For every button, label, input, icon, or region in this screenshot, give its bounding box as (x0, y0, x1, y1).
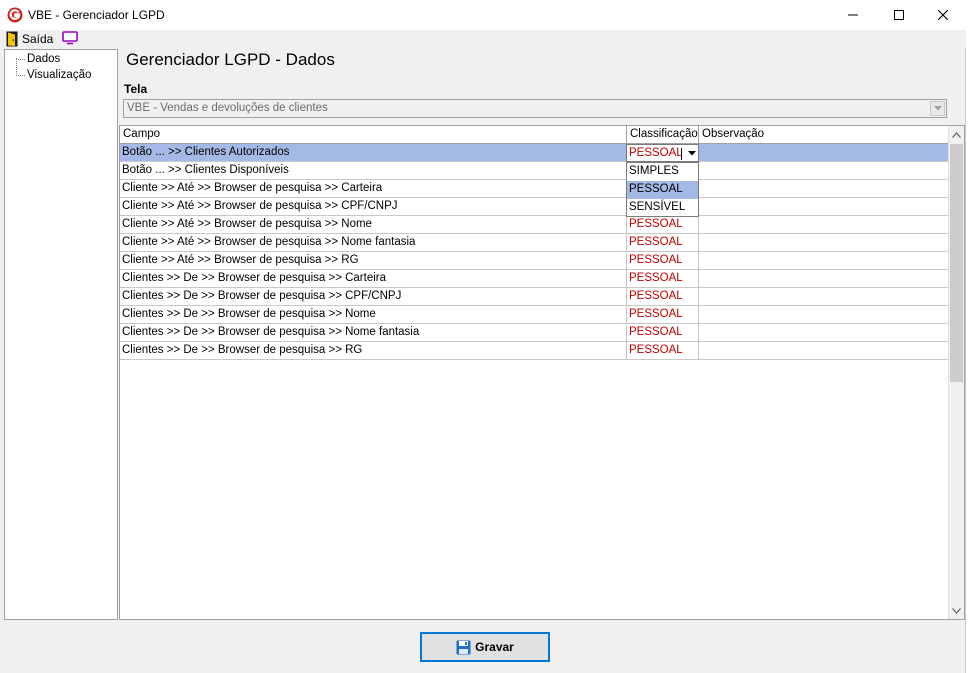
cell-campo[interactable]: Clientes >> De >> Browser de pesquisa >>… (120, 306, 627, 323)
tree-connector (16, 75, 25, 76)
scroll-up-button[interactable] (949, 126, 964, 143)
chevron-down-icon (933, 106, 942, 111)
cell-campo[interactable]: Cliente >> Até >> Browser de pesquisa >>… (120, 216, 627, 233)
tree-connector (16, 58, 17, 76)
classification-dropdown-button[interactable] (685, 146, 698, 160)
cell-observacao[interactable] (699, 198, 948, 215)
tela-select[interactable]: VBE - Vendas e devoluções de clientes (123, 99, 947, 118)
classification-dropdown-list: SIMPLES PESSOAL SENSÍVEL (626, 162, 699, 217)
table-row[interactable]: Clientes >> De >> Browser de pesquisa >>… (120, 270, 948, 288)
table-row[interactable]: Clientes >> De >> Browser de pesquisa >>… (120, 342, 948, 360)
menu-bar: Saída (0, 30, 966, 48)
cell-classificacao[interactable]: PESSOAL (627, 342, 699, 359)
cell-observacao[interactable] (699, 342, 948, 359)
save-button[interactable]: Gravar (420, 632, 550, 662)
table-row[interactable]: Botão ... >> Clientes Disponíveis (120, 162, 948, 180)
table-row[interactable]: Cliente >> Até >> Browser de pesquisa >>… (120, 252, 948, 270)
vertical-scrollbar[interactable] (948, 126, 964, 619)
cell-observacao[interactable] (699, 144, 948, 161)
page-title: Gerenciador LGPD - Dados (126, 50, 335, 69)
tree-item-visualizacao[interactable]: Visualização (27, 69, 91, 81)
cell-classificacao[interactable]: PESSOAL (627, 288, 699, 305)
cell-classificacao[interactable]: PESSOAL (627, 216, 699, 233)
chevron-down-icon (952, 607, 961, 614)
text-caret (681, 148, 682, 160)
table-row[interactable]: Cliente >> Até >> Browser de pesquisa >>… (120, 234, 948, 252)
app-window: VBE - Gerenciador LGPD Saída Dados Visua… (0, 0, 966, 673)
cell-campo[interactable]: Clientes >> De >> Browser de pesquisa >>… (120, 288, 627, 305)
cell-observacao[interactable] (699, 216, 948, 233)
table-row[interactable]: Cliente >> Até >> Browser de pesquisa >>… (120, 198, 948, 216)
tela-label: Tela (124, 82, 148, 96)
cell-campo[interactable]: Clientes >> De >> Browser de pesquisa >>… (120, 342, 627, 359)
cell-classificacao[interactable]: PESSOAL (627, 324, 699, 341)
tree-connector (16, 59, 25, 60)
dropdown-option-pessoal[interactable]: PESSOAL (627, 181, 698, 199)
tela-select-value: VBE - Vendas e devoluções de clientes (127, 102, 328, 114)
cell-observacao[interactable] (699, 234, 948, 251)
cell-campo[interactable]: Clientes >> De >> Browser de pesquisa >>… (120, 324, 627, 341)
cell-observacao[interactable] (699, 270, 948, 287)
cell-campo[interactable]: Clientes >> De >> Browser de pesquisa >>… (120, 270, 627, 287)
table-row[interactable]: Clientes >> De >> Browser de pesquisa >>… (120, 288, 948, 306)
table-row[interactable]: Cliente >> Até >> Browser de pesquisa >>… (120, 180, 948, 198)
chevron-down-icon (687, 150, 696, 155)
cell-campo[interactable]: Cliente >> Até >> Browser de pesquisa >>… (120, 180, 627, 197)
cell-observacao[interactable] (699, 324, 948, 341)
chevron-up-icon (952, 131, 961, 138)
column-header-observacao[interactable]: Observação (699, 126, 949, 143)
table-row[interactable]: Botão ... >> Clientes Autorizados PESSOAL (120, 144, 948, 162)
scroll-down-button[interactable] (949, 602, 964, 619)
navigation-tree: Dados Visualização (4, 49, 118, 620)
table-row[interactable]: Clientes >> De >> Browser de pesquisa >>… (120, 324, 948, 342)
classification-editor-value: PESSOAL (629, 147, 683, 159)
cell-observacao[interactable] (699, 180, 948, 197)
cell-observacao[interactable] (699, 288, 948, 305)
table-row[interactable]: Clientes >> De >> Browser de pesquisa >>… (120, 306, 948, 324)
minimize-button[interactable] (830, 0, 876, 30)
window-title: VBE - Gerenciador LGPD (28, 8, 165, 22)
tree-item-dados[interactable]: Dados (27, 53, 60, 65)
maximize-icon (894, 10, 904, 20)
fields-grid: Campo Classificação Observação Botão ...… (119, 125, 965, 620)
cell-campo[interactable]: Botão ... >> Clientes Autorizados (120, 144, 627, 161)
cell-classificacao[interactable]: PESSOAL (627, 252, 699, 269)
g-logo-icon (7, 7, 23, 23)
floppy-disk-icon (456, 640, 471, 654)
monitor-icon[interactable] (62, 31, 78, 45)
classification-editor[interactable]: PESSOAL (626, 144, 699, 162)
cell-campo[interactable]: Cliente >> Até >> Browser de pesquisa >>… (120, 198, 627, 215)
cell-campo[interactable]: Cliente >> Até >> Browser de pesquisa >>… (120, 252, 627, 269)
cell-observacao[interactable] (699, 306, 948, 323)
cell-campo[interactable]: Cliente >> Até >> Browser de pesquisa >>… (120, 234, 627, 251)
tela-select-dropdown-button[interactable] (930, 101, 945, 116)
close-button[interactable] (920, 0, 966, 30)
door-exit-icon[interactable] (6, 31, 18, 47)
dropdown-option-simples[interactable]: SIMPLES (627, 163, 698, 181)
maximize-button[interactable] (876, 0, 922, 30)
column-header-campo[interactable]: Campo (120, 126, 627, 143)
cell-classificacao[interactable]: PESSOAL (627, 306, 699, 323)
column-header-classificacao[interactable]: Classificação (627, 126, 699, 143)
minimize-icon (848, 14, 858, 16)
grid-header: Campo Classificação Observação (120, 126, 949, 144)
cell-observacao[interactable] (699, 252, 948, 269)
scroll-thumb[interactable] (950, 144, 963, 382)
table-row[interactable]: Cliente >> Até >> Browser de pesquisa >>… (120, 216, 948, 234)
cell-campo[interactable]: Botão ... >> Clientes Disponíveis (120, 162, 627, 179)
dropdown-option-sensivel[interactable]: SENSÍVEL (627, 199, 698, 217)
cell-observacao[interactable] (699, 162, 948, 179)
cell-classificacao[interactable]: PESSOAL (627, 270, 699, 287)
title-bar: VBE - Gerenciador LGPD (0, 0, 966, 30)
exit-menu-item[interactable]: Saída (22, 32, 53, 46)
save-button-label: Gravar (475, 640, 514, 654)
cell-classificacao[interactable]: PESSOAL (627, 234, 699, 251)
close-icon (938, 10, 948, 20)
